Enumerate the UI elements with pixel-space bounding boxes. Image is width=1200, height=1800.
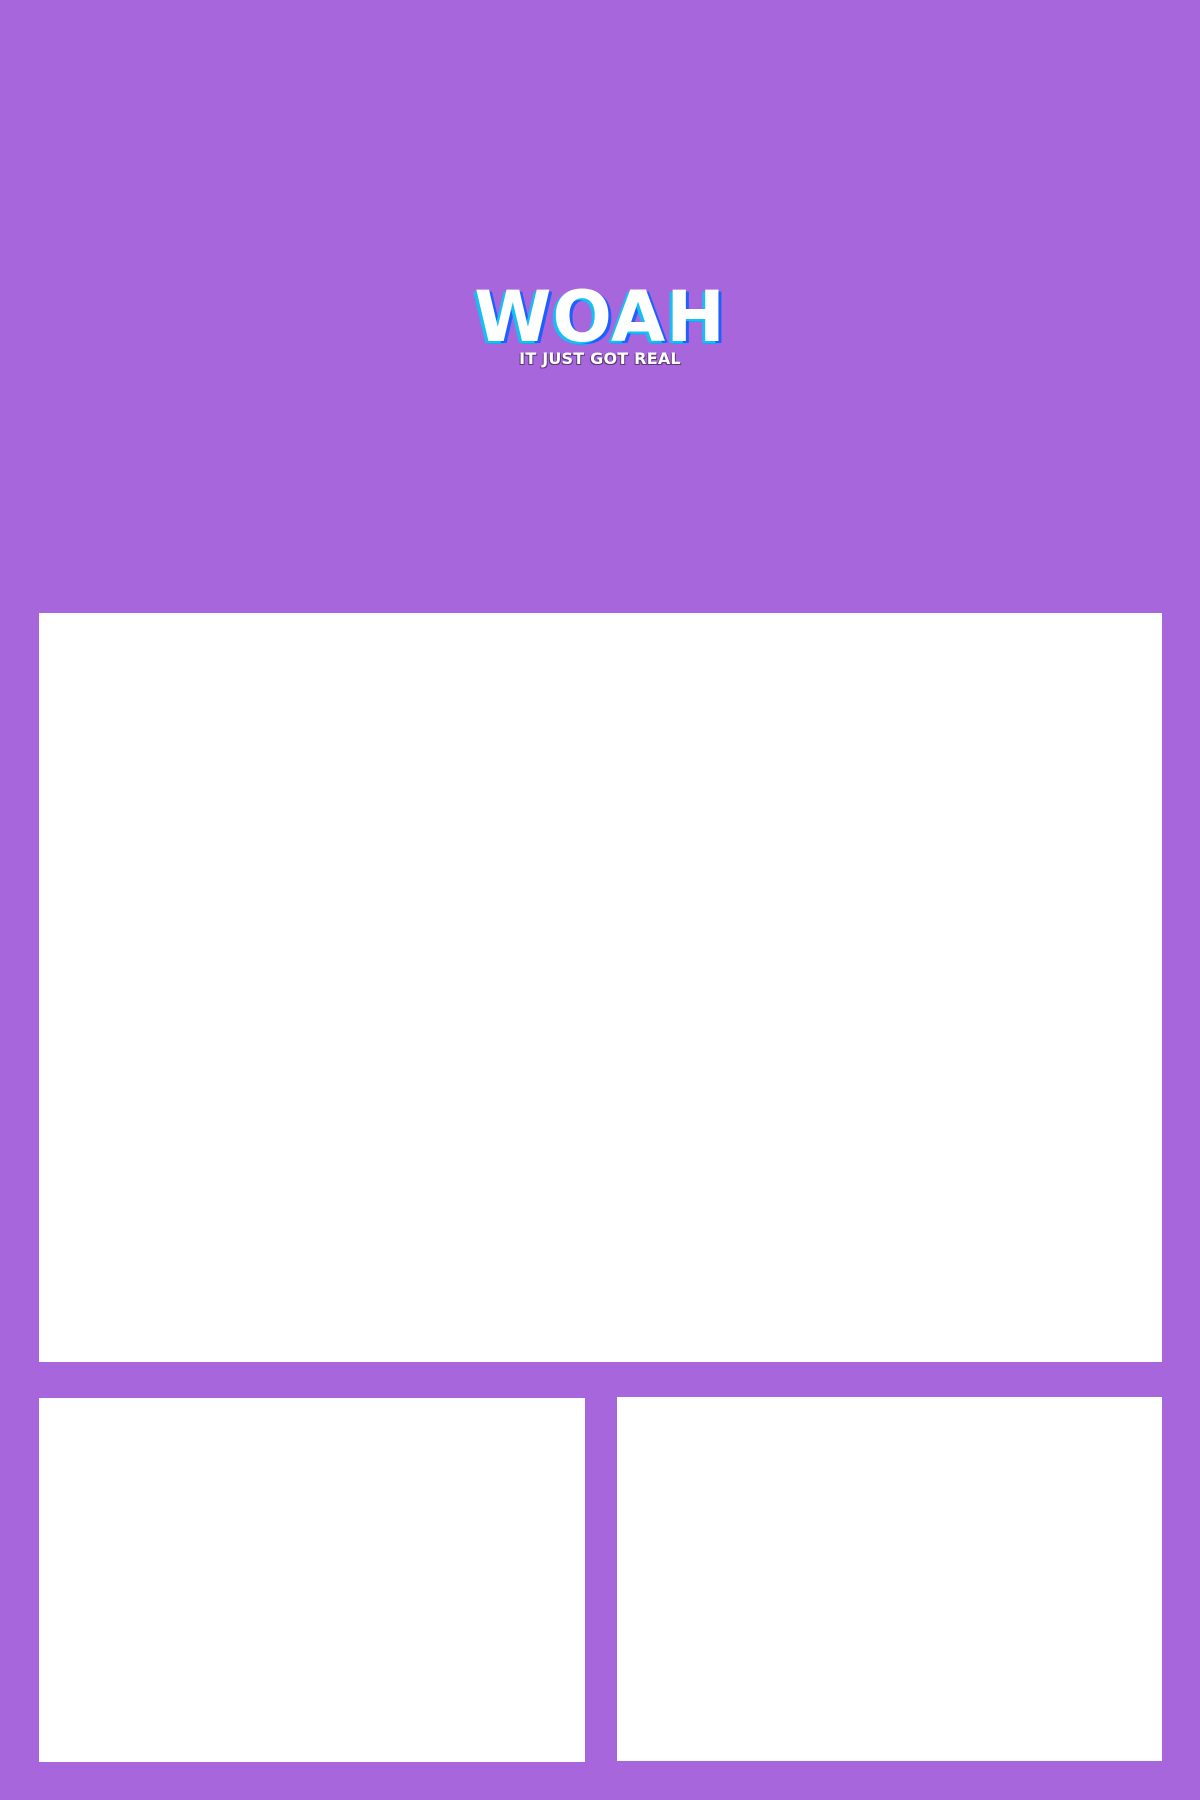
right-content-panel <box>617 1397 1162 1761</box>
left-content-panel <box>39 1398 585 1762</box>
hero-section: WOAH IT JUST GOT REAL <box>0 0 1200 612</box>
hero-title: WOAH <box>474 276 726 358</box>
hero-subtitle: IT JUST GOT REAL <box>519 349 681 368</box>
main-content-panel <box>39 613 1162 1362</box>
